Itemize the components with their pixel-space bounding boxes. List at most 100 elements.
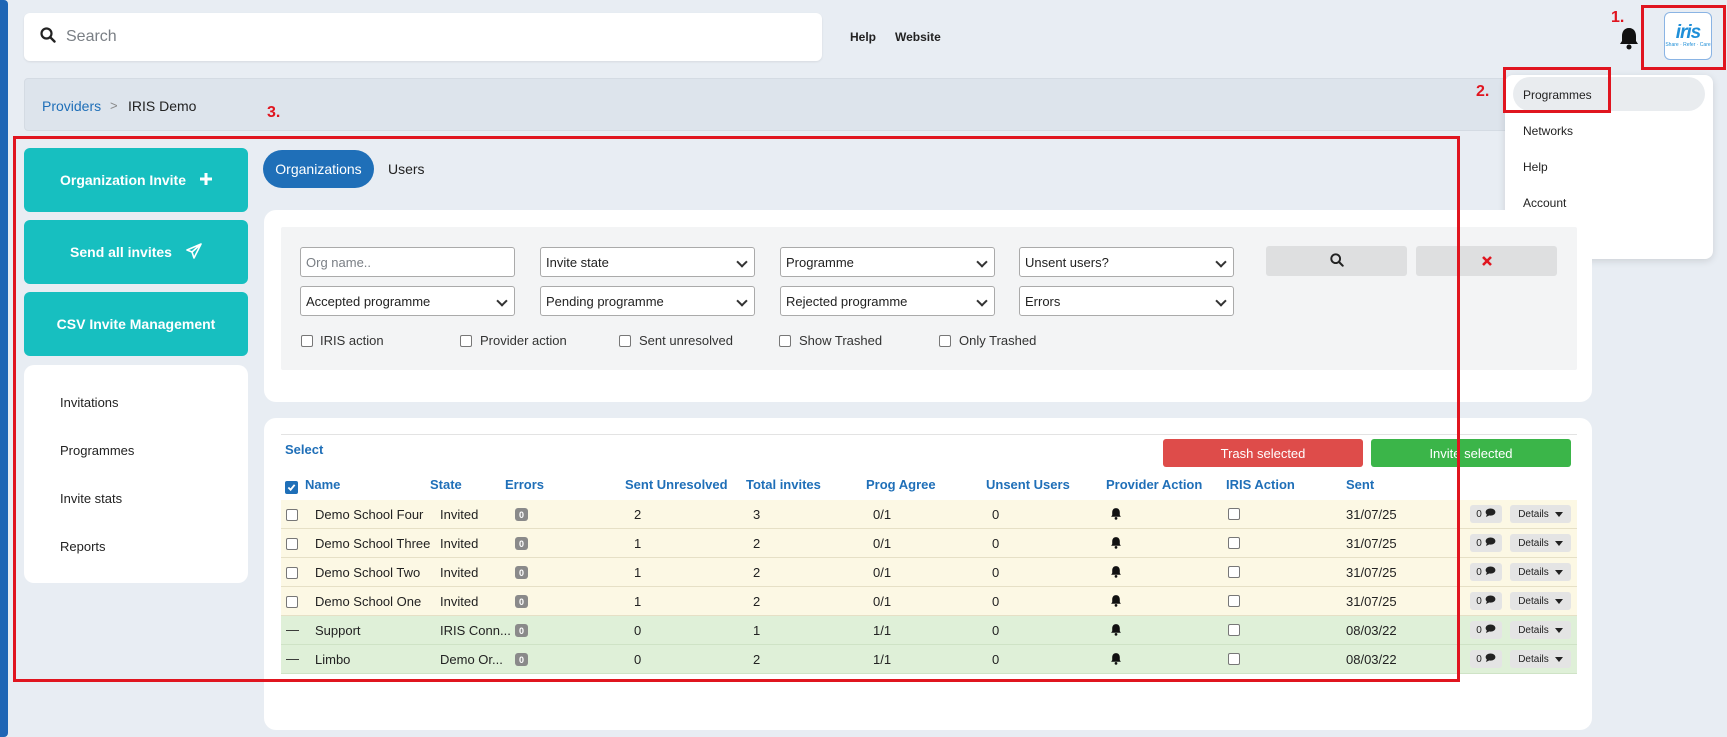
- menu-item-programmes[interactable]: Programmes: [1513, 77, 1705, 111]
- provider-action-bell-icon[interactable]: [1110, 594, 1122, 610]
- cell-state: IRIS Conn...: [440, 623, 511, 638]
- column-header-iris-action[interactable]: IRIS Action: [1226, 477, 1295, 492]
- iris-action-label: IRIS action: [320, 333, 384, 348]
- comments-count: 0: [1476, 595, 1482, 607]
- cell-name[interactable]: Demo School One: [315, 594, 421, 609]
- filter-search-button[interactable]: [1266, 246, 1407, 276]
- column-header-provider-action[interactable]: Provider Action: [1106, 477, 1202, 492]
- logo-tagline: Share · Refer · Care: [1665, 42, 1711, 48]
- row-select-checkbox[interactable]: [286, 596, 298, 608]
- paper-plane-icon: [186, 242, 202, 262]
- breadcrumb-providers-link[interactable]: Providers: [42, 98, 101, 114]
- chevron-down-icon: [1554, 598, 1563, 604]
- nav-invitations[interactable]: Invitations: [60, 395, 119, 410]
- iris-action-checkbox[interactable]: [1228, 624, 1240, 636]
- iris-action-checkbox[interactable]: [301, 335, 313, 347]
- pending-programme-select[interactable]: Pending programme: [540, 286, 755, 316]
- nav-programmes[interactable]: Programmes: [60, 443, 134, 458]
- comments-button[interactable]: 0: [1470, 621, 1502, 639]
- organization-invite-button[interactable]: Organization Invite: [24, 148, 248, 212]
- menu-item-networks[interactable]: Networks: [1505, 113, 1713, 147]
- iris-action-checkbox[interactable]: [1228, 653, 1240, 665]
- provider-action-checkbox[interactable]: [460, 335, 472, 347]
- rejected-programme-select[interactable]: Rejected programme: [780, 286, 995, 316]
- details-dropdown-button[interactable]: Details: [1510, 621, 1571, 639]
- nav-invite-stats[interactable]: Invite stats: [60, 491, 122, 506]
- select-all-checkbox[interactable]: [285, 481, 298, 494]
- comments-button[interactable]: 0: [1470, 505, 1502, 523]
- website-link[interactable]: Website: [895, 30, 941, 44]
- cell-sent-unresolved: 1: [634, 594, 642, 609]
- search-input[interactable]: Search: [66, 28, 117, 46]
- comments-button[interactable]: 0: [1470, 650, 1502, 668]
- row-select-checkbox[interactable]: [286, 538, 298, 550]
- details-dropdown-button[interactable]: Details: [1510, 505, 1571, 523]
- details-dropdown-button[interactable]: Details: [1510, 563, 1571, 581]
- table-row: — Support IRIS Conn... 0 0 1 1/1 0 08/03/22 0 Deta…: [281, 616, 1577, 645]
- divider: [281, 434, 1577, 435]
- tab-users[interactable]: Users: [388, 161, 425, 177]
- cell-sent-unresolved: 0: [634, 623, 642, 638]
- sent-unresolved-checkbox[interactable]: [619, 335, 631, 347]
- org-name-input[interactable]: Org name..: [300, 247, 515, 277]
- search-bar[interactable]: Search: [24, 13, 822, 61]
- provider-action-bell-icon[interactable]: [1110, 507, 1122, 523]
- help-link[interactable]: Help: [850, 30, 876, 44]
- cell-name[interactable]: Demo School Four: [315, 507, 423, 522]
- comments-count: 0: [1476, 624, 1482, 636]
- cell-name[interactable]: Demo School Three: [315, 536, 430, 551]
- comments-button[interactable]: 0: [1470, 534, 1502, 552]
- user-avatar-logo[interactable]: iris Share · Refer · Care: [1664, 12, 1712, 60]
- column-header-sent-unresolved[interactable]: Sent Unresolved: [625, 477, 728, 492]
- provider-action-bell-icon[interactable]: [1110, 536, 1122, 552]
- details-label: Details: [1518, 508, 1549, 520]
- column-header-name[interactable]: Name: [305, 477, 340, 492]
- iris-action-checkbox[interactable]: [1228, 537, 1240, 549]
- column-header-sent[interactable]: Sent: [1346, 477, 1374, 492]
- plus-icon: [200, 172, 212, 188]
- row-select-checkbox[interactable]: [286, 567, 298, 579]
- tab-organizations[interactable]: Organizations: [263, 150, 374, 188]
- search-icon: [40, 27, 56, 46]
- filter-clear-button[interactable]: [1416, 246, 1557, 276]
- comments-button[interactable]: 0: [1470, 563, 1502, 581]
- column-header-state[interactable]: State: [430, 477, 462, 492]
- menu-item-help[interactable]: Help: [1505, 149, 1713, 183]
- search-icon: [1329, 252, 1344, 270]
- column-header-errors[interactable]: Errors: [505, 477, 544, 492]
- nav-reports[interactable]: Reports: [60, 539, 106, 554]
- iris-action-checkbox[interactable]: [1228, 508, 1240, 520]
- programme-select[interactable]: Programme: [780, 247, 995, 277]
- bell-icon[interactable]: [1618, 26, 1640, 53]
- provider-action-bell-icon[interactable]: [1110, 565, 1122, 581]
- send-all-invites-label: Send all invites: [70, 244, 172, 260]
- provider-action-bell-icon[interactable]: [1110, 623, 1122, 639]
- details-dropdown-button[interactable]: Details: [1510, 592, 1571, 610]
- column-header-prog-agree[interactable]: Prog Agree: [866, 477, 936, 492]
- iris-action-checkbox[interactable]: [1228, 595, 1240, 607]
- invite-selected-button[interactable]: Invite selected: [1371, 439, 1571, 467]
- column-header-total-invites[interactable]: Total invites: [746, 477, 821, 492]
- only-trashed-checkbox[interactable]: [939, 335, 951, 347]
- send-all-invites-button[interactable]: Send all invites: [24, 220, 248, 284]
- accepted-programme-select[interactable]: Accepted programme: [300, 286, 515, 316]
- details-dropdown-button[interactable]: Details: [1510, 534, 1571, 552]
- invite-state-select[interactable]: Invite state: [540, 247, 755, 277]
- cell-errors-badge: 0: [515, 653, 528, 666]
- show-trashed-checkbox[interactable]: [779, 335, 791, 347]
- cell-prog-agree: 0/1: [873, 507, 892, 522]
- cell-name[interactable]: Limbo: [315, 652, 350, 667]
- csv-invite-management-button[interactable]: CSV Invite Management: [24, 292, 248, 356]
- iris-action-checkbox[interactable]: [1228, 566, 1240, 578]
- provider-action-bell-icon[interactable]: [1110, 652, 1122, 668]
- cell-name[interactable]: Support: [315, 623, 361, 638]
- row-select-checkbox[interactable]: [286, 509, 298, 521]
- trash-selected-button[interactable]: Trash selected: [1163, 439, 1363, 467]
- details-dropdown-button[interactable]: Details: [1510, 650, 1571, 668]
- select-toggle[interactable]: Select: [285, 442, 323, 457]
- unsent-users-select[interactable]: Unsent users?: [1019, 247, 1234, 277]
- cell-name[interactable]: Demo School Two: [315, 565, 420, 580]
- errors-select[interactable]: Errors: [1019, 286, 1234, 316]
- column-header-unsent-users[interactable]: Unsent Users: [986, 477, 1070, 492]
- comments-button[interactable]: 0: [1470, 592, 1502, 610]
